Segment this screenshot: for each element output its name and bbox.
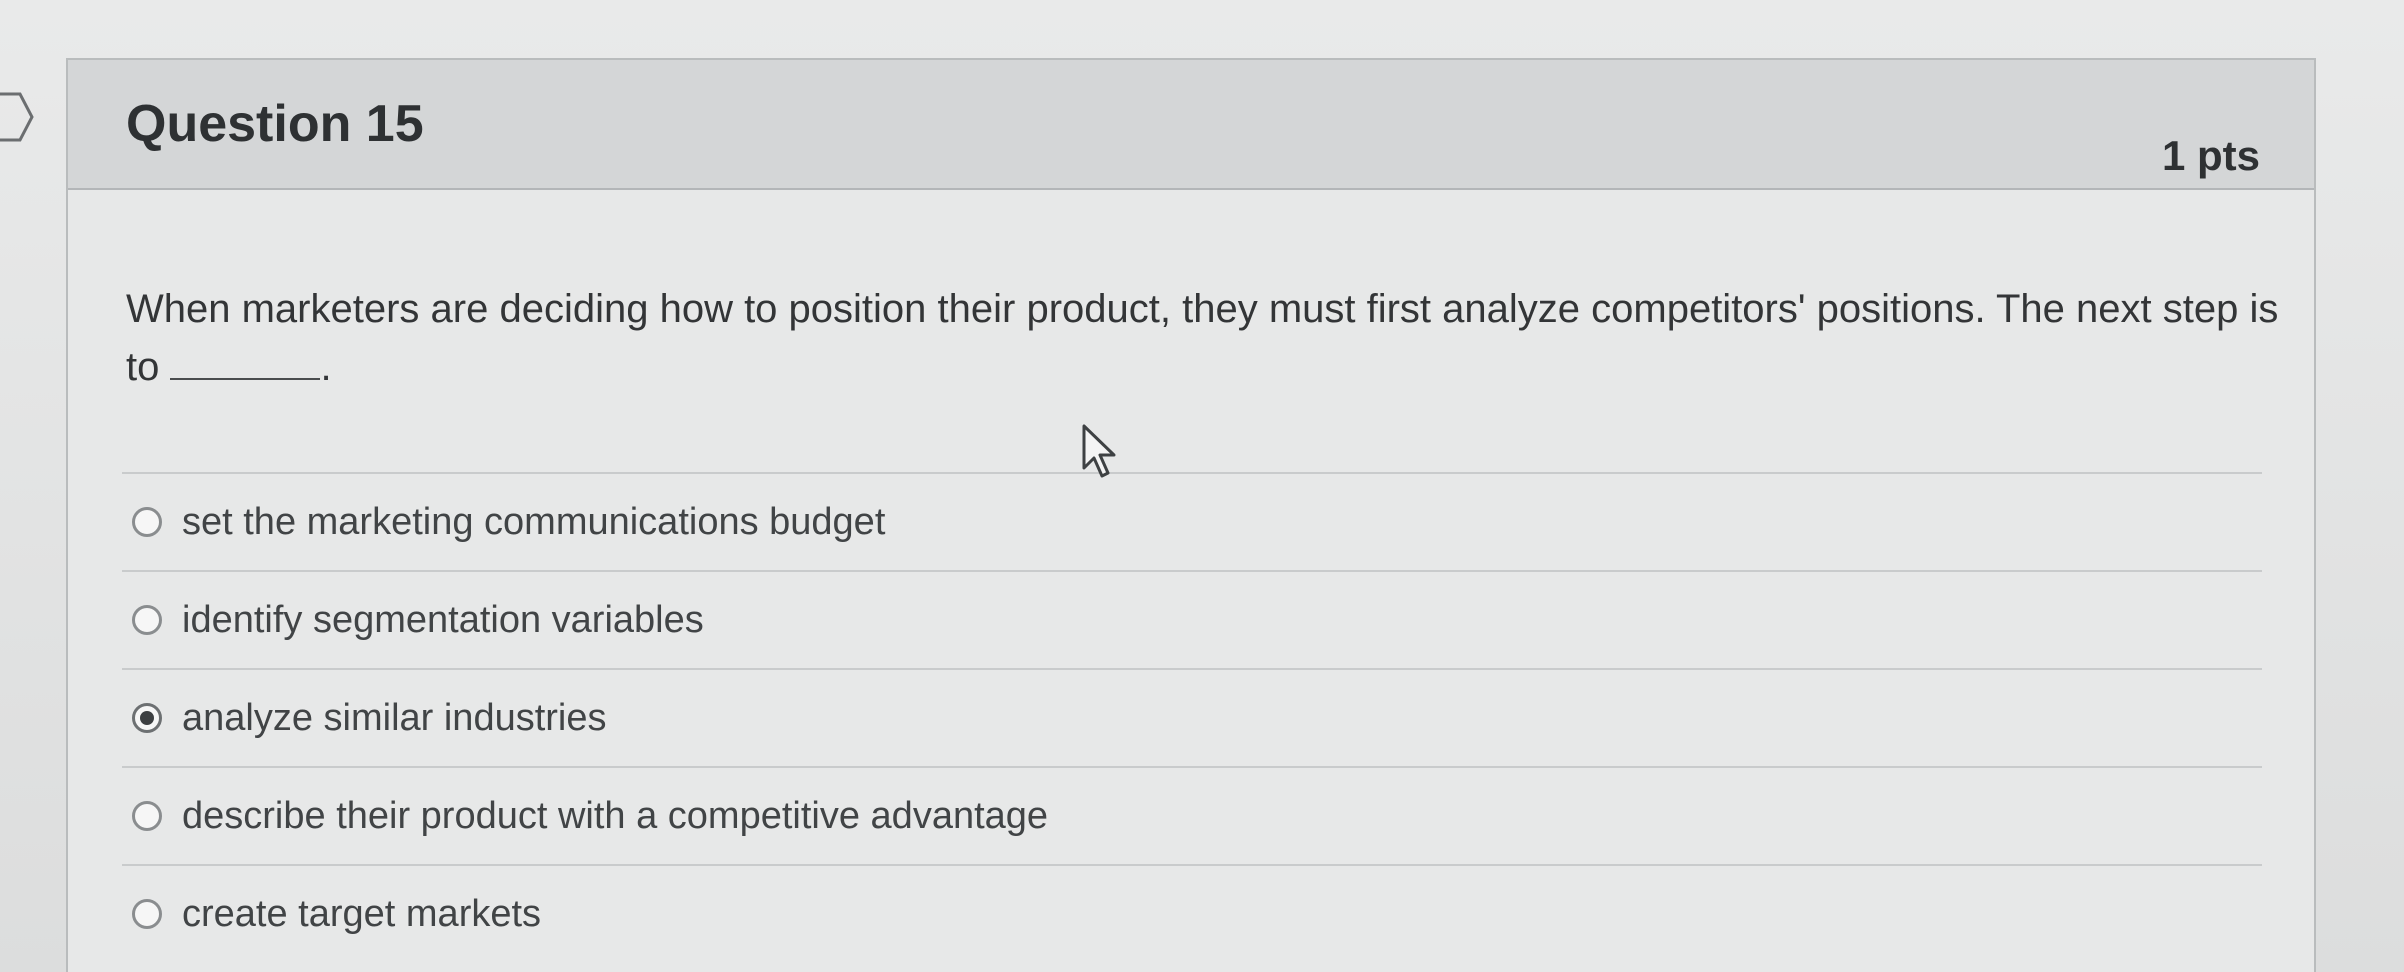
answer-option[interactable]: identify segmentation variables [122, 570, 2262, 668]
radio-button[interactable] [132, 899, 162, 929]
radio-button[interactable] [132, 801, 162, 831]
radio-button[interactable] [132, 605, 162, 635]
question-points: 1 pts [2161, 132, 2260, 179]
mouse-pointer-icon [1080, 424, 1116, 480]
question-card: Question 15 1 pts When marketers are dec… [66, 58, 2316, 972]
question-title: Question 15 [126, 95, 424, 153]
flag-question-icon[interactable] [0, 92, 34, 142]
answer-option[interactable]: create target markets [122, 864, 2262, 962]
answer-option[interactable]: describe their product with a competitiv… [122, 766, 2262, 864]
quiz-page: Question 15 1 pts When marketers are dec… [0, 0, 2404, 972]
answer-label[interactable]: describe their product with a competitiv… [182, 795, 1048, 838]
question-text-before-blank: When marketers are deciding how to posit… [126, 287, 2279, 389]
answer-list: set the marketing communications budget … [122, 472, 2262, 962]
answer-label[interactable]: identify segmentation variables [182, 599, 704, 642]
question-header: Question 15 1 pts [68, 60, 2314, 190]
fill-in-blank [170, 344, 321, 380]
question-text-after-blank: . [320, 345, 332, 389]
radio-button[interactable] [132, 507, 162, 537]
answer-option-selected[interactable]: analyze similar industries [122, 668, 2262, 766]
radio-button-selected[interactable] [132, 703, 162, 733]
answer-label[interactable]: set the marketing communications budget [182, 501, 885, 544]
question-text: When marketers are deciding how to posit… [126, 280, 2286, 396]
answer-option[interactable]: set the marketing communications budget [122, 472, 2262, 570]
answer-label[interactable]: analyze similar industries [182, 697, 607, 740]
answer-label[interactable]: create target markets [182, 893, 541, 936]
